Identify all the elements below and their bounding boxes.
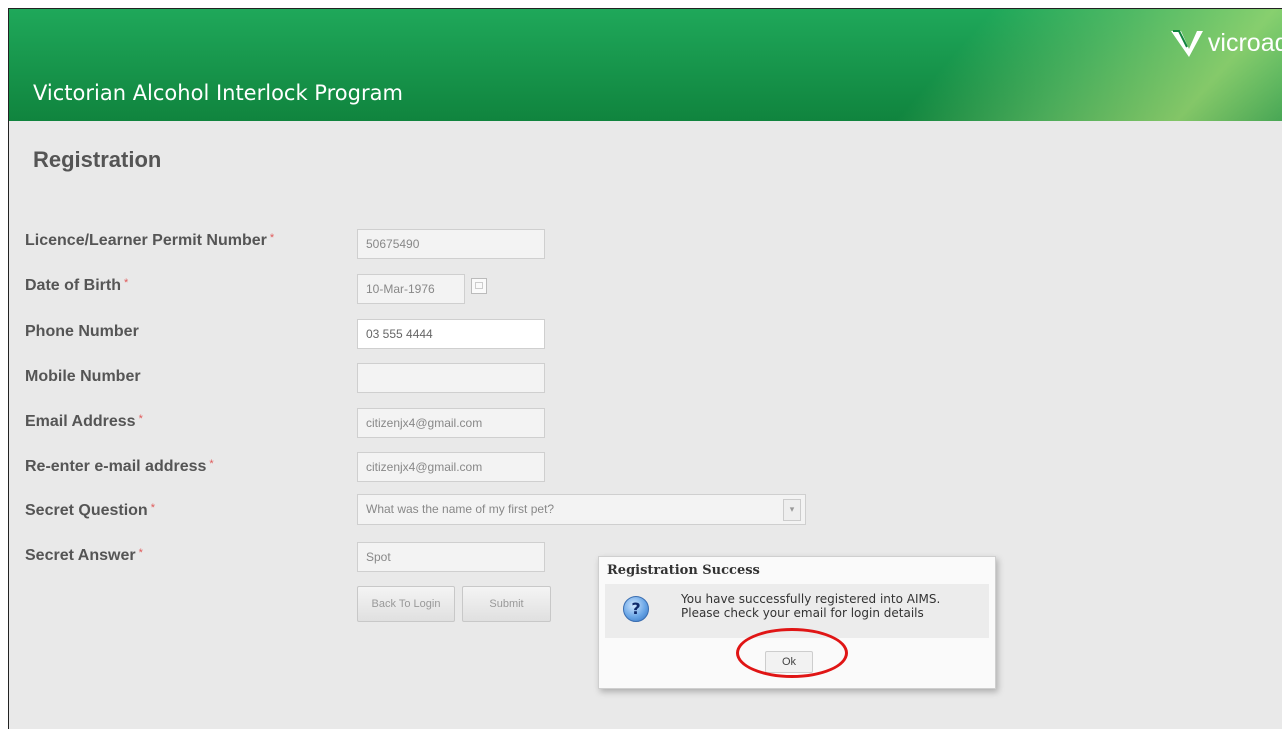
dialog-message: You have successfully registered into AI… — [681, 592, 940, 620]
dob-label-text: Date of Birth — [25, 277, 121, 294]
highlight-circle — [736, 628, 848, 678]
logo-text: vicroads — [1207, 28, 1282, 57]
phone-label: Phone Number — [25, 323, 139, 340]
email-confirm-label-text: Re-enter e-mail address — [25, 458, 207, 475]
secret-question-label: Secret Question * — [25, 502, 155, 520]
secret-question-select[interactable]: What was the name of my first pet? ▾ — [357, 494, 806, 525]
dob-input[interactable]: 10-Mar-1976 — [357, 274, 465, 304]
email-label-text: Email Address — [25, 413, 136, 430]
app-window: Victorian Alcohol Interlock Program vicr… — [8, 8, 1282, 729]
licence-input[interactable]: 50675490 — [357, 229, 545, 259]
dialog-message-line2: Please check your email for login detail… — [681, 606, 924, 620]
question-icon: ? — [623, 596, 649, 622]
email-label: Email Address * — [25, 413, 143, 431]
dialog-title: Registration Success — [607, 563, 760, 578]
required-marker: * — [138, 547, 143, 559]
submit-button[interactable]: Submit — [462, 586, 551, 622]
secret-answer-label: Secret Answer * — [25, 547, 143, 565]
header-decoration — [451, 9, 1282, 121]
chevron-down-icon[interactable]: ▾ — [783, 499, 801, 521]
secret-question-label-text: Secret Question — [25, 502, 148, 519]
header-banner: Victorian Alcohol Interlock Program vicr… — [9, 9, 1282, 121]
required-marker: * — [150, 502, 155, 514]
required-marker: * — [269, 232, 275, 244]
calendar-icon[interactable] — [471, 278, 487, 294]
secret-answer-input[interactable]: Spot — [357, 542, 545, 572]
licence-label: Licence/Learner Permit Number * — [25, 232, 274, 250]
secret-question-value: What was the name of my first pet? — [366, 502, 555, 516]
email-input[interactable]: citizenjx4@gmail.com — [357, 408, 545, 438]
mobile-label: Mobile Number — [25, 368, 141, 385]
email-confirm-label: Re-enter e-mail address * — [25, 458, 214, 476]
vicroads-v-logo-icon — [1170, 30, 1203, 57]
required-marker: * — [124, 277, 129, 289]
dialog-message-line1: You have successfully registered into AI… — [681, 592, 941, 606]
phone-input[interactable]: 03 555 4444 — [357, 319, 545, 349]
dob-label: Date of Birth * — [25, 277, 128, 295]
secret-answer-label-text: Secret Answer — [25, 547, 136, 564]
program-title: Victorian Alcohol Interlock Program — [33, 81, 403, 105]
back-to-login-button[interactable]: Back To Login — [357, 586, 455, 622]
licence-label-text: Licence/Learner Permit Number — [25, 232, 267, 249]
email-confirm-input[interactable]: citizenjx4@gmail.com — [357, 452, 545, 482]
required-marker: * — [209, 458, 214, 470]
page-title: Registration — [33, 147, 162, 172]
vicroads-logo: vicroads — [1169, 27, 1282, 59]
mobile-input[interactable] — [357, 363, 545, 393]
required-marker: * — [138, 413, 143, 425]
